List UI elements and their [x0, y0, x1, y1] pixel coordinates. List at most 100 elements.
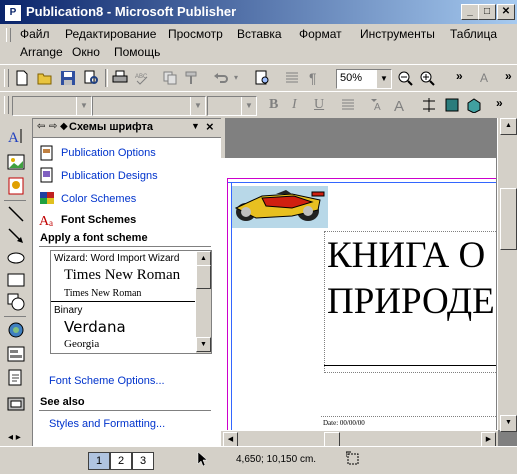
- close-button[interactable]: ✕: [497, 4, 515, 20]
- spelling-icon[interactable]: ABC: [134, 70, 150, 86]
- italic-button[interactable]: I: [292, 97, 297, 113]
- columns-icon[interactable]: [284, 70, 300, 86]
- menu-grip[interactable]: [6, 28, 11, 42]
- html-fragment-tool-icon[interactable]: [6, 368, 26, 388]
- menu-insert[interactable]: Вставка: [237, 27, 282, 41]
- design-gallery-tool-icon[interactable]: [6, 394, 26, 414]
- toolbar-grip[interactable]: [4, 69, 9, 87]
- text-box-tool-icon[interactable]: A: [6, 126, 26, 146]
- scroll-up-icon[interactable]: ▲: [500, 118, 517, 135]
- font-scheme-list[interactable]: Wizard: Word Import Wizard Times New Rom…: [50, 250, 212, 354]
- forward-icon[interactable]: ⇨: [49, 121, 57, 132]
- font-dropdown-icon[interactable]: ▼: [190, 97, 205, 115]
- close-pane-icon[interactable]: ×: [206, 119, 214, 134]
- form-control-tool-icon[interactable]: [6, 344, 26, 364]
- autoshapes-tool-icon[interactable]: [6, 292, 26, 312]
- fill-color-icon[interactable]: [444, 97, 460, 113]
- menu-table[interactable]: Таблица: [450, 27, 497, 41]
- race-car-image[interactable]: [232, 186, 328, 228]
- pane-dropdown-icon[interactable]: ▼: [191, 121, 200, 131]
- menu-view[interactable]: Просмотр: [168, 27, 223, 41]
- zoom-in-icon[interactable]: [419, 70, 435, 86]
- toolbar-overflow-3-icon[interactable]: »: [496, 96, 503, 110]
- publication-page[interactable]: КНИГА О ПРИРОДЕ Date: 00/00/00: [221, 158, 498, 431]
- zoom-out-icon[interactable]: [397, 70, 413, 86]
- open-icon[interactable]: [37, 70, 53, 86]
- scroll-up-icon[interactable]: ▲: [196, 251, 211, 266]
- menu-edit[interactable]: Редактирование: [65, 27, 156, 41]
- zoom-dropdown-icon[interactable]: ▼: [376, 70, 391, 88]
- color-schemes-link[interactable]: Color Schemes: [61, 193, 136, 205]
- title-text-box[interactable]: КНИГА О ПРИРОДЕ: [324, 231, 498, 373]
- font-select[interactable]: ▼: [92, 96, 206, 116]
- document-vertical-scrollbar[interactable]: ▲ ▼: [497, 118, 517, 432]
- style-select[interactable]: ▼: [12, 96, 92, 116]
- toolbar-overflow-2-icon[interactable]: »: [505, 69, 512, 83]
- underline-button[interactable]: U: [314, 97, 324, 113]
- scroll-down-icon[interactable]: ▼: [500, 415, 517, 432]
- page-tab-1[interactable]: 1: [88, 452, 110, 470]
- clip-art-tool-icon[interactable]: [6, 176, 26, 196]
- list-scrollbar[interactable]: ▲ ▼: [196, 251, 211, 353]
- align-icon[interactable]: [340, 97, 356, 113]
- picture-tool-icon[interactable]: [6, 152, 26, 172]
- styles-formatting-link[interactable]: Styles and Formatting...: [49, 418, 165, 430]
- scroll-thumb[interactable]: [324, 432, 340, 447]
- maximize-button[interactable]: □: [478, 4, 496, 20]
- preview-icon[interactable]: [255, 70, 271, 86]
- rectangle-tool-icon[interactable]: [6, 270, 26, 290]
- oval-tool-icon[interactable]: [6, 248, 26, 268]
- menu-bar: Файл Редактирование Просмотр Вставка Фор…: [0, 24, 517, 64]
- save-icon[interactable]: [60, 70, 76, 86]
- font-size-select[interactable]: ▼: [207, 96, 257, 116]
- line-tool-icon[interactable]: [6, 204, 26, 224]
- zoom-select[interactable]: 50% ▼: [336, 69, 392, 89]
- font-scheme-options-link[interactable]: Font Scheme Options...: [49, 375, 165, 387]
- decrease-font-icon[interactable]: A: [370, 97, 386, 113]
- copy-icon[interactable]: [162, 70, 178, 86]
- pilcrow-icon[interactable]: ¶: [309, 70, 317, 86]
- format-painter-icon[interactable]: [184, 70, 200, 86]
- menu-window[interactable]: Окно: [72, 45, 100, 59]
- document-horizontal-scrollbar[interactable]: ◀ ▶: [221, 430, 498, 447]
- bold-button[interactable]: B: [269, 97, 278, 113]
- menu-file[interactable]: Файл: [20, 27, 50, 41]
- 3d-style-icon[interactable]: [466, 97, 482, 113]
- list-item[interactable]: Binary Verdana Georgia: [51, 302, 195, 352]
- toolbar-more-icon[interactable]: ◂ ▸: [8, 432, 21, 443]
- toolbar-overflow-icon[interactable]: »: [456, 69, 463, 83]
- undo-dropdown-icon[interactable]: ▾: [234, 73, 238, 82]
- menu-help[interactable]: Помощь: [114, 45, 160, 59]
- scroll-down-icon[interactable]: ▼: [196, 337, 211, 352]
- publication-options-link[interactable]: Publication Options: [61, 147, 156, 159]
- scroll-thumb[interactable]: [196, 265, 211, 289]
- new-icon[interactable]: [14, 70, 30, 86]
- list-item[interactable]: Wizard: Word Import Wizard Times New Rom…: [51, 251, 195, 301]
- undo-icon[interactable]: [213, 70, 229, 86]
- style-dropdown-icon[interactable]: ▼: [76, 97, 91, 115]
- font-color-icon[interactable]: A: [478, 70, 494, 86]
- page-tab-2[interactable]: 2: [110, 452, 132, 470]
- menu-format[interactable]: Формат: [299, 27, 342, 41]
- scroll-right-icon[interactable]: ▶: [481, 432, 496, 447]
- menu-arrange[interactable]: Arrange: [20, 45, 63, 59]
- pane-menu-icon[interactable]: ◆: [60, 121, 68, 132]
- line-spacing-icon[interactable]: [421, 97, 437, 113]
- scroll-thumb[interactable]: [500, 188, 517, 250]
- publication-designs-link[interactable]: Publication Designs: [61, 170, 158, 182]
- print-icon[interactable]: [112, 70, 128, 86]
- search-document-icon[interactable]: [83, 70, 99, 86]
- publisher-icon[interactable]: P: [4, 4, 22, 22]
- menu-tools[interactable]: Инструменты: [360, 27, 435, 41]
- increase-font-icon[interactable]: A: [393, 97, 409, 113]
- minimize-button[interactable]: _: [461, 4, 479, 20]
- toolbar-grip[interactable]: [4, 96, 9, 114]
- hot-spot-tool-icon[interactable]: [6, 320, 26, 340]
- page-tab-3[interactable]: 3: [132, 452, 154, 470]
- title-bar[interactable]: P Publication8 - Microsoft Publisher _ □…: [0, 0, 517, 24]
- scroll-left-icon[interactable]: ◀: [223, 432, 238, 447]
- font-size-dropdown-icon[interactable]: ▼: [241, 97, 256, 115]
- back-icon[interactable]: ⇦: [37, 121, 45, 132]
- arrow-tool-icon[interactable]: [6, 226, 26, 246]
- date-text-box[interactable]: Date: 00/00/00: [321, 416, 496, 431]
